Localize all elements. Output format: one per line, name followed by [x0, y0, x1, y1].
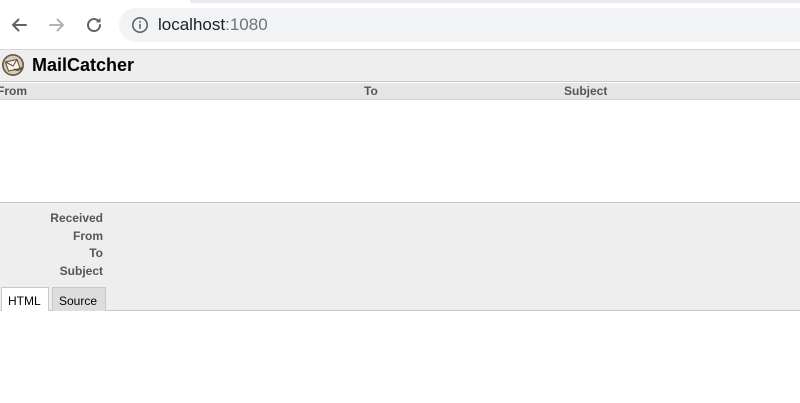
message-detail-panel: Received From To Subject HTML Source: [0, 202, 800, 313]
url-host: localhost: [158, 15, 226, 34]
url-text: localhost:1080: [158, 15, 268, 35]
tab-html[interactable]: HTML: [1, 287, 49, 313]
reload-button[interactable]: [81, 12, 107, 38]
app-header: MailCatcher: [0, 49, 800, 82]
url-port: :1080: [225, 15, 268, 34]
active-browser-tab[interactable]: [0, 0, 82, 3]
forward-button[interactable]: [44, 12, 70, 38]
arrow-right-icon: [49, 18, 64, 32]
arrow-left-icon: [12, 18, 27, 32]
back-button[interactable]: [6, 12, 32, 38]
message-list-header: From To Subject: [0, 83, 800, 100]
browser-tab[interactable]: [82, 0, 190, 3]
column-header-from[interactable]: From: [0, 84, 27, 99]
subject-label: Subject: [59, 264, 103, 278]
reload-icon: [87, 17, 102, 33]
from-label: From: [73, 229, 103, 243]
app-title: MailCatcher: [32, 55, 135, 75]
column-header-subject[interactable]: Subject: [564, 84, 607, 99]
mailcatcher-logo-icon: [2, 54, 24, 76]
message-body-view: [0, 311, 800, 403]
tab-source[interactable]: Source: [52, 287, 106, 312]
browser-toolbar: localhost:1080: [0, 0, 800, 49]
column-header-to[interactable]: To: [364, 84, 378, 99]
message-list: [0, 100, 800, 202]
to-label: To: [89, 246, 103, 260]
address-bar[interactable]: localhost:1080: [119, 8, 800, 42]
info-icon[interactable]: [131, 16, 149, 34]
received-label: Received: [50, 211, 103, 225]
tab-strip: [0, 0, 800, 3]
